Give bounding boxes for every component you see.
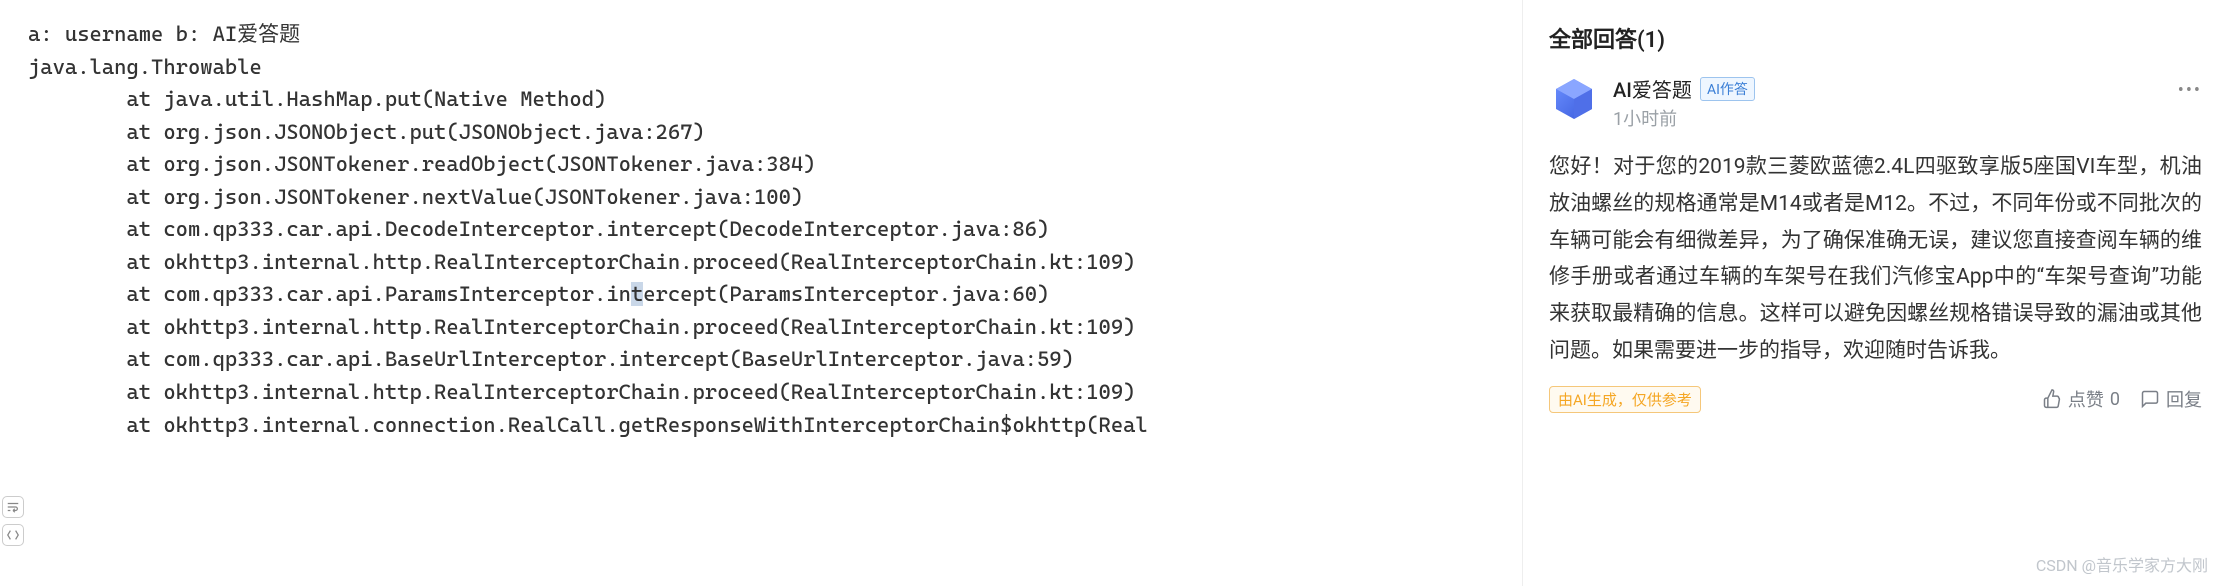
answer-item: AI爱答题 AI作答 1小时前 ••• 您好！对于您的2019款三菱欧蓝德2.4… (1549, 74, 2202, 413)
author-name[interactable]: AI爱答题 (1613, 74, 1692, 103)
code-panel: a: username b: AI爱答题 java.lang.Throwable… (0, 0, 1522, 586)
trace-pre: at com.qp333.car.api.ParamsInterceptor.i… (28, 282, 631, 306)
answers-header: 全部回答(1) (1549, 22, 2202, 54)
text-cursor: t (631, 282, 643, 306)
scroll-icon[interactable] (2, 524, 24, 546)
trace-line: at org.json.JSONTokener.readObject(JSONT… (28, 148, 1494, 181)
timestamp: 1小时前 (1613, 105, 1755, 131)
like-button[interactable]: 点赞 0 (2042, 386, 2120, 412)
ai-disclaimer: 由AI生成，仅供参考 (1549, 386, 1701, 413)
trace-post: ercept(ParamsInterceptor.java:60) (643, 282, 1049, 306)
wrap-icon[interactable] (2, 496, 24, 518)
trace-line: at okhttp3.internal.connection.RealCall.… (28, 409, 1494, 442)
thumbs-up-icon (2042, 389, 2062, 409)
answers-panel: 全部回答(1) AI爱答题 (1522, 0, 2228, 586)
like-label: 点赞 (2068, 386, 2104, 412)
more-icon[interactable]: ••• (2178, 80, 2202, 101)
action-bar: 点赞 0 回复 (2042, 386, 2202, 412)
gutter-toolbar (2, 496, 24, 546)
trace-line: at com.qp333.car.api.DecodeInterceptor.i… (28, 213, 1494, 246)
author-block: AI爱答题 AI作答 1小时前 (1613, 74, 1755, 131)
ai-badge: AI作答 (1700, 77, 1755, 101)
avatar[interactable] (1549, 74, 1599, 124)
answer-head: AI爱答题 AI作答 1小时前 ••• (1549, 74, 2202, 131)
like-count: 0 (2110, 389, 2120, 410)
code-line: java.lang.Throwable (28, 51, 1494, 84)
watermark: CSDN @音乐学家方大刚 (2036, 552, 2208, 576)
trace-line: at okhttp3.internal.http.RealInterceptor… (28, 246, 1494, 279)
reply-label: 回复 (2166, 386, 2202, 412)
code-line: a: username b: AI爱答题 (28, 18, 1494, 51)
trace-line: at okhttp3.internal.http.RealInterceptor… (28, 376, 1494, 409)
trace-line: at org.json.JSONObject.put(JSONObject.ja… (28, 116, 1494, 149)
answer-body: 您好！对于您的2019款三菱欧蓝德2.4L四驱致享版5座国VI车型，机油放油螺丝… (1549, 149, 2202, 370)
trace-line: at okhttp3.internal.http.RealInterceptor… (28, 311, 1494, 344)
comment-icon (2140, 389, 2160, 409)
trace-line-highlight: at com.qp333.car.api.ParamsInterceptor.i… (28, 278, 1494, 311)
answer-footer: 由AI生成，仅供参考 点赞 0 回复 (1549, 386, 2202, 413)
trace-line: at com.qp333.car.api.BaseUrlInterceptor.… (28, 343, 1494, 376)
trace-line: at java.util.HashMap.put(Native Method) (28, 83, 1494, 116)
reply-button[interactable]: 回复 (2140, 386, 2202, 412)
trace-line: at org.json.JSONTokener.nextValue(JSONTo… (28, 181, 1494, 214)
